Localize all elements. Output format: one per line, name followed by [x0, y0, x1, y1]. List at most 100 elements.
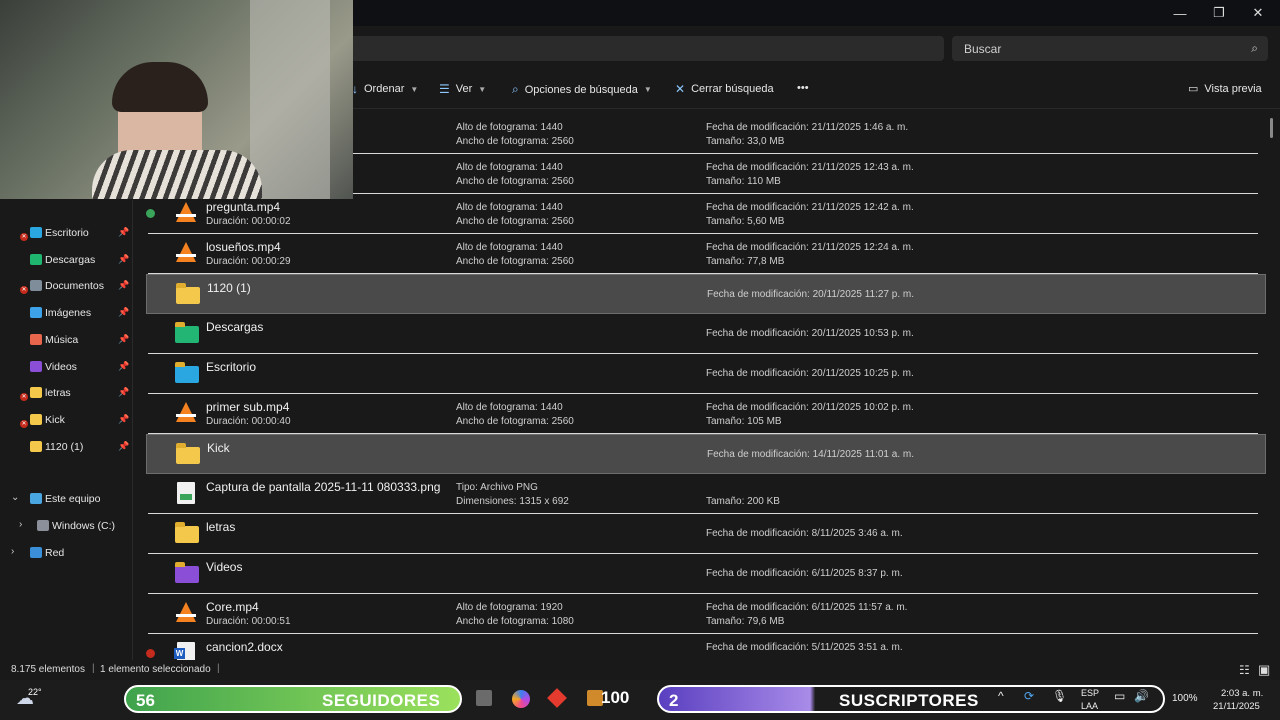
file-detail: Ancho de fotograma: 1080 [456, 616, 574, 627]
view-label: Ver [455, 83, 473, 95]
file-row[interactable]: pregunta.mp4 Duración: 00:00:02 Alto de fo… [146, 194, 1266, 234]
status-divider: | [92, 663, 95, 674]
network-icon [30, 547, 42, 558]
file-name: primer sub.mp4 [206, 400, 290, 414]
minimize-button[interactable]: — [1160, 0, 1200, 26]
sidebar-item[interactable]: ✕ Escritorio 📌 [0, 222, 132, 244]
sidebar-item[interactable]: Música 📌 [0, 329, 132, 351]
sidebar-item[interactable]: ✕ Kick 📌 [0, 409, 132, 431]
file-row[interactable]: Wcancion2.docx Fecha de modificación: 5/1… [146, 634, 1266, 660]
followers-number: 56 [136, 691, 155, 710]
file-name: letras [206, 520, 236, 534]
file-duration: Duración: 00:00:51 [206, 616, 291, 627]
file-modified: Fecha de modificación: 21/11/2025 12:24 … [706, 242, 914, 253]
search-input[interactable]: Buscar ⌕ [952, 36, 1268, 61]
sort-label: Ordenar [364, 83, 405, 95]
network-icon[interactable]: ▭ [1114, 689, 1125, 703]
file-row[interactable]: losueños.mp4 Duración: 00:00:29 Alto de fo… [146, 234, 1266, 274]
app-icon[interactable] [547, 688, 567, 708]
chevron-up-icon[interactable]: ^ [998, 689, 1004, 703]
error-icon: ✕ [20, 233, 28, 241]
file-modified: Fecha de modificación: 6/11/2025 11:57 a… [706, 602, 908, 613]
file-row[interactable]: Captura de pantalla 2025-11-11 080333.pn… [146, 474, 1266, 514]
search-options-icon: ⌕ [512, 82, 519, 96]
pin-icon: 📌 [118, 387, 130, 398]
sync-icon[interactable]: ⟳ [1024, 689, 1034, 703]
weather-temp: 22° [28, 687, 42, 697]
sort-button[interactable]: ↓ Ordenar ▼ [352, 82, 418, 96]
file-row[interactable]: Descargas Fecha de modificación: 20/11/20… [146, 314, 1266, 354]
microphone-icon[interactable]: 🎙 [1052, 689, 1067, 703]
file-duration: Duración: 00:00:02 [206, 216, 291, 227]
search-icon: ⌕ [1251, 41, 1258, 55]
volume-icon[interactable]: 🔊 [1134, 689, 1149, 703]
sidebar-item[interactable]: Imágenes 📌 [0, 302, 132, 324]
sidebar-item-label: Música [45, 333, 79, 346]
chevron-icon[interactable]: › [11, 546, 14, 557]
more-options-button[interactable]: ••• [797, 82, 809, 94]
sidebar-item[interactable]: ✕ Documentos 📌 [0, 275, 132, 297]
file-row[interactable]: Escritorio Fecha de modificación: 20/11/2… [146, 354, 1266, 394]
file-detail: Dimensiones: 1315 x 692 [456, 496, 569, 507]
file-detail: Tipo: Archivo PNG [456, 482, 538, 493]
taskbar: ☁ 22° 56 SEGUIDORES 100 2 SUSCRIPTORES ^… [0, 680, 1280, 720]
maximize-button[interactable]: ❐ [1199, 0, 1239, 26]
folder-icon [30, 280, 42, 292]
clock-date[interactable]: 21/11/2025 [1213, 701, 1260, 712]
clock-time[interactable]: 2:03 a. m. [1221, 688, 1263, 699]
pin-icon: 📌 [118, 280, 130, 291]
search-options-button[interactable]: ⌕ Opciones de búsqueda ▼ [512, 82, 652, 97]
file-row[interactable]: Kick Fecha de modificación: 14/11/2025 11… [146, 434, 1266, 474]
sidebar-item-este-equipo[interactable]: ⌄ Este equipo [0, 488, 132, 510]
chevron-down-icon: ▼ [478, 84, 487, 94]
battery-level[interactable]: 100% [1172, 693, 1198, 704]
keyboard-layout[interactable]: LAA [1081, 701, 1098, 711]
file-row[interactable]: primer sub.mp4 Duración: 00:00:40 Alto de … [146, 394, 1266, 434]
file-detail: Ancho de fotograma: 2560 [456, 256, 574, 267]
sidebar-item-label: Kick [45, 413, 65, 426]
language-code[interactable]: ESP [1081, 688, 1099, 698]
subscribers-number: 2 [669, 691, 679, 710]
tiles-view-icon[interactable]: ▣ [1258, 662, 1270, 678]
file-row[interactable]: 1120 (1) Fecha de modificación: 20/11/202… [146, 274, 1266, 314]
sidebar-item-label: Videos [45, 360, 77, 373]
sidebar-item-label: Imágenes [45, 307, 92, 320]
folder-icon [30, 387, 42, 399]
chevron-icon[interactable]: ⌄ [11, 492, 19, 503]
folder-icon [174, 362, 199, 384]
folder-icon [30, 440, 42, 452]
close-search-button[interactable]: ✕ Cerrar búsqueda [675, 82, 774, 96]
scrollbar[interactable] [1270, 118, 1273, 138]
file-size: Tamaño: 200 KB [706, 496, 780, 507]
address-bar[interactable] [350, 36, 944, 61]
folder-icon [174, 562, 199, 584]
copilot-icon[interactable] [512, 690, 530, 708]
vlc-icon [174, 242, 198, 264]
close-button[interactable]: ✕ [1238, 0, 1278, 26]
preview-pane-button[interactable]: ▭ Vista previa [1188, 82, 1262, 96]
sidebar-item-label: Este equipo [45, 493, 101, 505]
chevron-icon[interactable]: › [19, 519, 22, 530]
file-size: Tamaño: 5,60 MB [706, 216, 785, 227]
image-file-icon [174, 482, 198, 504]
sidebar-item[interactable]: 1120 (1) 📌 [0, 436, 132, 458]
followers-label: SEGUIDORES [322, 691, 441, 710]
vlc-icon [174, 402, 198, 424]
app-icon[interactable] [476, 690, 492, 706]
file-detail: Alto de fotograma: 1440 [456, 402, 563, 413]
view-button[interactable]: ☰ Ver ▼ [439, 82, 486, 96]
sidebar-item-red[interactable]: › Red [0, 542, 132, 564]
pin-icon: 📌 [118, 413, 130, 424]
sidebar-item-windows[interactable]: › Windows (C:) [0, 515, 132, 537]
sidebar-item[interactable]: ✕ letras 📌 [0, 382, 132, 404]
file-row[interactable]: Core.mp4 Duración: 00:00:51 Alto de fotogr… [146, 594, 1266, 634]
file-size: Fecha de modificación: 20/11/2025 11:27 … [707, 289, 914, 300]
sidebar-item[interactable]: Videos 📌 [0, 356, 132, 378]
sidebar-item-label: Descargas [45, 253, 96, 266]
sidebar-item[interactable]: Descargas 📌 [0, 249, 132, 271]
details-view-icon[interactable]: ☷ [1239, 663, 1250, 677]
file-row[interactable]: Videos Fecha de modificación: 6/11/2025 8… [146, 554, 1266, 594]
file-name: cancion2.docx [206, 640, 283, 654]
file-row[interactable]: letras Fecha de modificación: 8/11/2025 3… [146, 514, 1266, 554]
close-search-label: Cerrar búsqueda [691, 83, 774, 95]
